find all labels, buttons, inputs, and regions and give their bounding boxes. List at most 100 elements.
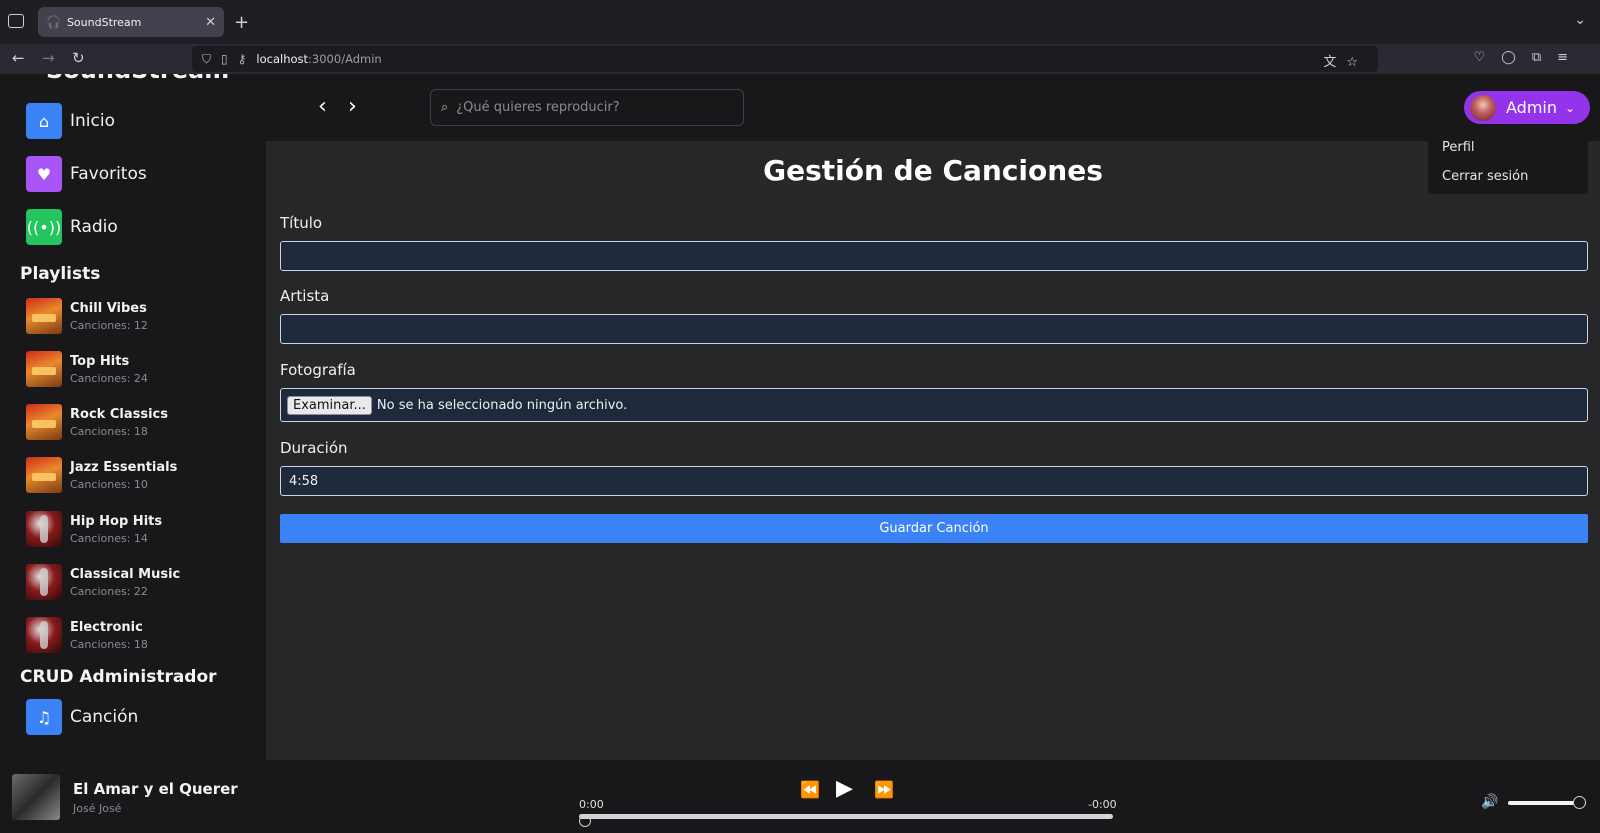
playlist-count: Canciones: 18 bbox=[70, 424, 148, 438]
playlist-count: Canciones: 14 bbox=[70, 531, 148, 545]
headphones-icon: 🎧 bbox=[46, 15, 61, 29]
forward-icon[interactable]: → bbox=[42, 49, 55, 67]
music-note-icon: ♫ bbox=[26, 699, 62, 735]
progress-handle[interactable] bbox=[579, 815, 591, 827]
app-logo: SoundStream bbox=[46, 74, 229, 84]
playlist-name: Top Hits bbox=[70, 353, 130, 369]
player-bar: El Amar y el Querer José José ⏪ ▶ ⏩ 0:00… bbox=[0, 760, 1600, 833]
play-icon[interactable]: ▶ bbox=[836, 776, 853, 801]
search-icon: ⌕ bbox=[441, 100, 449, 115]
page-title: Gestión de Canciones bbox=[763, 154, 1103, 187]
playlist-item[interactable]: Rock Classics Canciones: 18 bbox=[26, 402, 168, 442]
playlist-cover bbox=[26, 457, 62, 493]
playlist-item[interactable]: Jazz Essentials Canciones: 10 bbox=[26, 455, 177, 495]
playlist-name: Hip Hop Hits bbox=[70, 513, 163, 529]
fast-forward-icon[interactable]: ⏩ bbox=[874, 780, 894, 799]
avatar bbox=[1470, 94, 1496, 121]
playlist-item[interactable]: Top Hits Canciones: 24 bbox=[26, 349, 148, 389]
playlist-name: Rock Classics bbox=[70, 406, 168, 422]
sidebar-item-label: Radio bbox=[70, 217, 118, 237]
back-icon[interactable]: ← bbox=[12, 49, 25, 67]
remaining-time: -0:00 bbox=[1088, 798, 1117, 811]
browser-navbar: ← → ↻ ⛉ ▯ ⚷ localhost:3000/Admin 文☆ ♡◯⧉≡ bbox=[0, 44, 1600, 74]
elapsed-time: 0:00 bbox=[579, 798, 604, 811]
duracion-label: Duración bbox=[280, 439, 348, 457]
heart-icon: ♥ bbox=[26, 156, 62, 192]
tab-list-icon[interactable] bbox=[8, 14, 24, 28]
playlist-item[interactable]: Chill Vibes Canciones: 12 bbox=[26, 296, 148, 336]
song-artist: José José bbox=[73, 802, 122, 815]
playlist-name: Classical Music bbox=[70, 566, 181, 582]
fotografia-label: Fotografía bbox=[280, 361, 356, 379]
home-icon: ⌂ bbox=[26, 103, 62, 139]
sidebar: SoundStream ⌂ Inicio ♥ Favoritos ((•)) R… bbox=[0, 74, 266, 760]
sidebar-item-label: Canción bbox=[70, 707, 139, 727]
titulo-field[interactable] bbox=[280, 241, 1588, 271]
volume-icon[interactable]: 🔊 bbox=[1481, 794, 1498, 810]
app: SoundStream ⌂ Inicio ♥ Favoritos ((•)) R… bbox=[0, 74, 1600, 833]
user-menu-button[interactable]: Admin ⌄ bbox=[1464, 91, 1590, 124]
new-tab-icon[interactable]: + bbox=[234, 12, 249, 33]
duracion-field[interactable]: 4:58 bbox=[280, 466, 1588, 496]
playlist-item[interactable]: Electronic Canciones: 18 bbox=[26, 615, 148, 655]
page-icon: ▯ bbox=[221, 52, 228, 66]
browser-tabbar: 🎧 SoundStream ✕ + ⌄ bbox=[0, 0, 1600, 44]
sidebar-item-label: Inicio bbox=[70, 111, 115, 131]
playlist-cover bbox=[26, 564, 62, 600]
url-host: localhost bbox=[256, 52, 309, 66]
radio-icon: ((•)) bbox=[26, 209, 62, 245]
playlist-count: Canciones: 18 bbox=[70, 637, 148, 651]
playlist-cover bbox=[26, 298, 62, 334]
topbar: ‹ › ⌕ Admin ⌄ bbox=[266, 74, 1600, 141]
url-bar[interactable]: ⛉ ▯ ⚷ localhost:3000/Admin 文☆ bbox=[192, 46, 1378, 72]
search-input[interactable] bbox=[456, 100, 717, 115]
chevron-down-icon: ⌄ bbox=[1565, 100, 1576, 115]
user-name: Admin bbox=[1506, 98, 1557, 117]
volume-handle[interactable] bbox=[1573, 796, 1586, 809]
sidebar-item-cancion[interactable]: ♫ Canción bbox=[26, 698, 138, 736]
playlist-count: Canciones: 10 bbox=[70, 477, 148, 491]
playlist-name: Jazz Essentials bbox=[70, 459, 178, 475]
close-tab-icon[interactable]: ✕ bbox=[205, 15, 216, 30]
reload-icon[interactable]: ↻ bbox=[72, 49, 85, 67]
playlist-cover bbox=[26, 511, 62, 547]
sidebar-item-inicio[interactable]: ⌂ Inicio bbox=[26, 102, 115, 140]
playlist-count: Canciones: 24 bbox=[70, 371, 148, 385]
url-path: :3000/Admin bbox=[308, 52, 382, 66]
chevron-down-icon[interactable]: ⌄ bbox=[1574, 12, 1586, 28]
url-actions[interactable]: 文☆ bbox=[1323, 51, 1368, 70]
file-status: No se ha seleccionado ningún archivo. bbox=[376, 397, 628, 413]
song-title: El Amar y el Querer bbox=[73, 780, 238, 798]
playlist-item[interactable]: Classical Music Canciones: 22 bbox=[26, 562, 180, 602]
playlist-item[interactable]: Hip Hop Hits Canciones: 14 bbox=[26, 509, 162, 549]
playlist-name: Electronic bbox=[70, 619, 143, 635]
playlist-count: Canciones: 12 bbox=[70, 318, 148, 332]
back-arrow-icon[interactable]: ‹ bbox=[318, 94, 327, 119]
crud-heading: CRUD Administrador bbox=[20, 667, 217, 687]
album-cover bbox=[12, 774, 60, 820]
browser-tab[interactable]: 🎧 SoundStream ✕ bbox=[38, 7, 224, 37]
key-icon: ⚷ bbox=[237, 52, 247, 66]
toolbar-icons[interactable]: ♡◯⧉≡ bbox=[1474, 50, 1584, 65]
titulo-label: Título bbox=[280, 214, 323, 232]
sidebar-item-favoritos[interactable]: ♥ Favoritos bbox=[26, 155, 147, 193]
progress-bar[interactable] bbox=[579, 814, 1113, 819]
playlist-cover bbox=[26, 404, 62, 440]
artista-field[interactable] bbox=[280, 314, 1588, 344]
playlists-heading: Playlists bbox=[20, 264, 101, 284]
shield-icon: ⛉ bbox=[202, 51, 212, 66]
artista-label: Artista bbox=[280, 287, 330, 305]
forward-arrow-icon[interactable]: › bbox=[348, 94, 357, 119]
tab-title: SoundStream bbox=[66, 15, 142, 29]
search-box: ⌕ bbox=[430, 89, 744, 126]
playlist-cover bbox=[26, 351, 62, 387]
fotografia-field: Examinar... No se ha seleccionado ningún… bbox=[280, 388, 1588, 422]
playlist-cover bbox=[26, 617, 62, 653]
browse-button[interactable]: Examinar... bbox=[287, 395, 372, 415]
playlist-count: Canciones: 22 bbox=[70, 584, 148, 598]
playlist-name: Chill Vibes bbox=[70, 300, 147, 316]
sidebar-item-radio[interactable]: ((•)) Radio bbox=[26, 208, 118, 246]
save-song-button[interactable]: Guardar Canción bbox=[280, 514, 1588, 543]
main-content: ‹ › ⌕ Admin ⌄ Perfil Cerrar sesión Gesti… bbox=[266, 74, 1600, 760]
rewind-icon[interactable]: ⏪ bbox=[800, 780, 820, 799]
